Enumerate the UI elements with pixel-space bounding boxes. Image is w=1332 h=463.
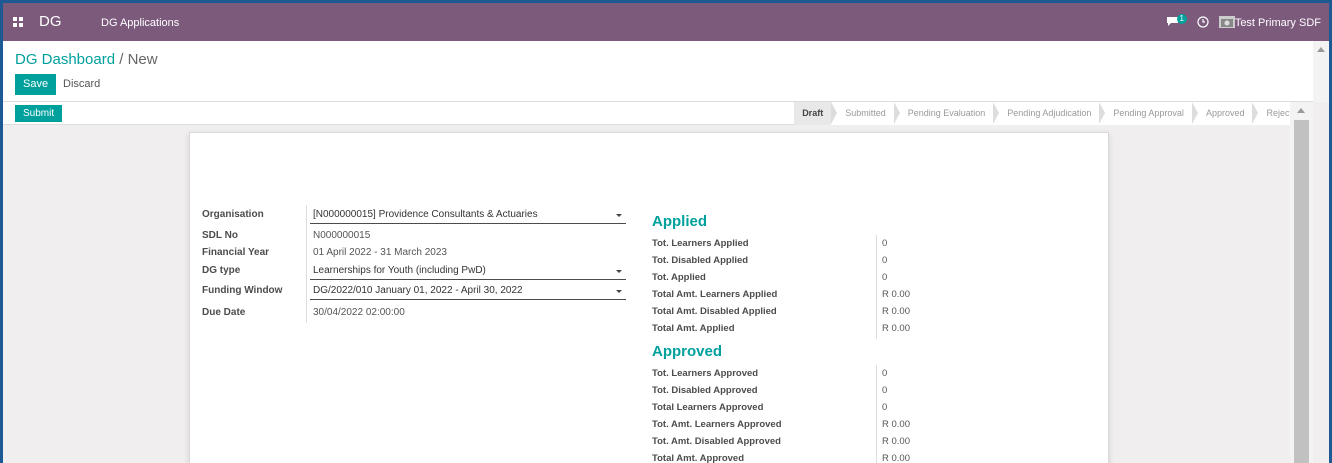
funding-window-select[interactable]: DG/2022/010 January 01, 2022 - April 30,…	[310, 283, 626, 300]
stat-value: 0	[882, 272, 888, 283]
stat-value: 0	[882, 238, 888, 249]
stat-label: Tot. Disabled Applied	[652, 255, 749, 266]
due-date-label: Due Date	[202, 307, 246, 318]
stat-divider	[876, 235, 877, 339]
stat-label: Total Amt. Learners Applied	[652, 289, 778, 300]
stat-label: Tot. Learners Applied	[652, 238, 749, 249]
stat-label: Total Amt. Approved	[652, 453, 745, 463]
stage-pending-approval[interactable]: Pending Approval	[1099, 102, 1198, 125]
stat-value: R 0.00	[882, 323, 910, 334]
breadcrumb: DG Dashboard / New	[15, 51, 158, 68]
approved-heading: Approved	[652, 343, 723, 360]
stage-draft[interactable]: Draft	[794, 102, 838, 125]
breadcrumb-current: New	[127, 51, 158, 68]
save-button[interactable]: Save	[15, 74, 57, 95]
chevron-down-icon	[616, 270, 622, 273]
stat-value: 0	[882, 368, 888, 379]
breadcrumb-dg-dashboard[interactable]: DG Dashboard	[15, 51, 115, 68]
stage-approved[interactable]: Approved	[1191, 102, 1258, 125]
organisation-value: [N000000015] Providence Consultants & Ac…	[313, 209, 538, 220]
field-divider	[306, 205, 307, 323]
applied-heading: Applied	[652, 213, 707, 230]
page-scrollbar[interactable]	[1313, 41, 1329, 102]
dg-type-select[interactable]: Learnerships for Youth (including PwD)	[310, 263, 626, 280]
chevron-down-icon	[616, 214, 622, 217]
submit-button[interactable]: Submit	[15, 105, 63, 122]
sdl-no-label: SDL No	[202, 230, 238, 241]
app-brand[interactable]: DG	[39, 13, 62, 30]
stat-value: 0	[882, 402, 888, 413]
scroll-up-arrow-icon[interactable]	[1317, 47, 1325, 52]
app-window: DG DG Applications 1 Test Primary SDF DG…	[3, 3, 1329, 463]
top-navbar: DG DG Applications 1 Test Primary SDF	[3, 3, 1329, 41]
stat-label: Tot. Amt. Learners Approved	[652, 419, 782, 430]
stat-value: R 0.00	[882, 453, 910, 463]
discard-button[interactable]: Discard	[59, 74, 104, 95]
funding-window-label: Funding Window	[202, 285, 283, 296]
stage-pending-evaluation[interactable]: Pending Evaluation	[893, 102, 999, 125]
stat-label: Total Amt. Applied	[652, 323, 735, 334]
stat-label: Tot. Amt. Disabled Approved	[652, 436, 781, 447]
stat-label: Tot. Disabled Approved	[652, 385, 758, 396]
scroll-up-arrow-icon[interactable]	[1297, 108, 1305, 113]
form-scrollbar[interactable]	[1290, 102, 1313, 463]
notification-badge: 1	[1176, 14, 1187, 24]
stat-value: 0	[882, 255, 888, 266]
stage-pipeline: Draft Submitted Pending Evaluation Pendi…	[794, 102, 1310, 125]
clock-icon[interactable]	[1197, 16, 1209, 28]
apps-menu-icon[interactable]	[13, 17, 23, 27]
stage-pending-adjudication[interactable]: Pending Adjudication	[993, 102, 1106, 125]
financial-year-label: Financial Year	[202, 247, 270, 258]
chevron-down-icon	[616, 290, 622, 293]
stat-value: R 0.00	[882, 419, 910, 430]
stat-value: R 0.00	[882, 289, 910, 300]
stat-label: Tot. Learners Approved	[652, 368, 759, 379]
organisation-label: Organisation	[202, 209, 264, 220]
dg-type-value: Learnerships for Youth (including PwD)	[313, 265, 486, 276]
funding-window-value: DG/2022/010 January 01, 2022 - April 30,…	[313, 285, 523, 296]
form-sheet: Organisation [N000000015] Providence Con…	[189, 132, 1109, 463]
sdl-no-value: N000000015	[313, 230, 371, 241]
stat-label: Tot. Applied	[652, 272, 706, 283]
due-date-value: 30/04/2022 02:00:00	[313, 307, 405, 318]
dg-type-label: DG type	[202, 265, 241, 276]
financial-year-value: 01 April 2022 - 31 March 2023	[313, 247, 447, 258]
user-menu[interactable]: Test Primary SDF	[1235, 17, 1321, 29]
stat-value: 0	[882, 385, 888, 396]
stage-submitted[interactable]: Submitted	[831, 102, 900, 125]
menu-dg-applications[interactable]: DG Applications	[101, 17, 179, 29]
organisation-select[interactable]: [N000000015] Providence Consultants & Ac…	[310, 207, 626, 224]
breadcrumb-separator: /	[115, 51, 128, 68]
stat-divider	[876, 365, 877, 463]
stat-value: R 0.00	[882, 436, 910, 447]
scrollbar-thumb[interactable]	[1294, 120, 1309, 463]
stat-label: Total Learners Approved	[652, 402, 764, 413]
stat-label: Total Amt. Disabled Applied	[652, 306, 777, 317]
control-panel: DG Dashboard / New Save Discard	[3, 41, 1313, 102]
status-bar: Submit Draft Submitted Pending Evaluatio…	[3, 102, 1313, 125]
stat-value: R 0.00	[882, 306, 910, 317]
user-avatar-icon[interactable]	[1219, 16, 1235, 28]
